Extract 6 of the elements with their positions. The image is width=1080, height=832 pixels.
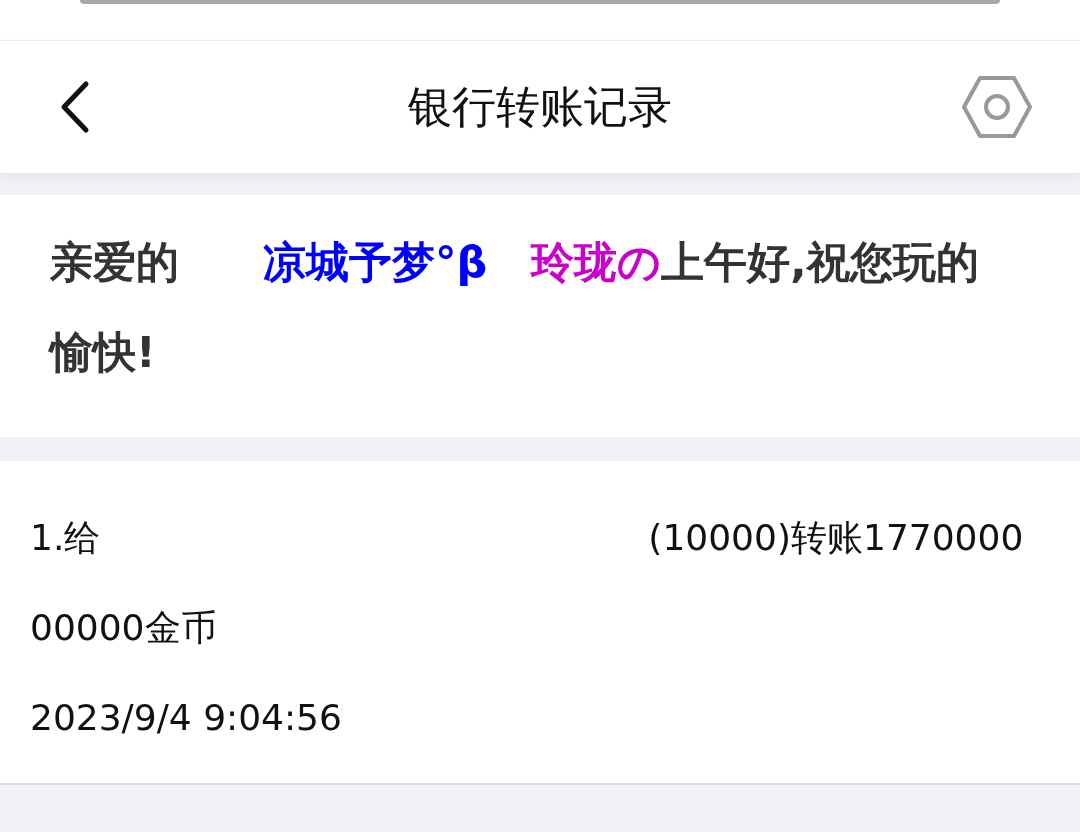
- record-text: 1.给 (10000)转账177000000000金币: [30, 516, 1025, 650]
- greeting-text: 亲爱的 凉城予梦°β 玲珑の上午好,祝您玩的愉快!: [50, 236, 980, 379]
- settings-button[interactable]: [962, 75, 1032, 139]
- settings-icon: [962, 75, 1032, 139]
- record-time: 2023/9/4 9:04:56: [30, 696, 343, 740]
- page-title: 银行转账记录: [408, 80, 672, 132]
